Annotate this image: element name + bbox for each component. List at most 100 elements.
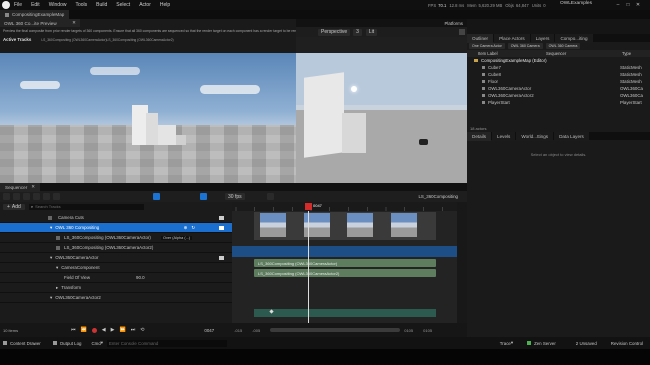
- camera-icon[interactable]: [23, 193, 30, 200]
- revision-control-button[interactable]: Revision Control: [611, 341, 643, 346]
- zen-server-button[interactable]: Zen Server: [527, 341, 556, 346]
- output-log-button[interactable]: Output Log: [52, 341, 81, 346]
- track-row[interactable]: Camera Cuts: [0, 213, 232, 223]
- close-tab-icon[interactable]: ✕: [72, 20, 76, 26]
- jump-end-icon[interactable]: ⏭: [131, 327, 136, 333]
- menu-select[interactable]: Select: [116, 2, 130, 8]
- search-tracks-input[interactable]: ⌕ Search Tracks: [28, 203, 144, 210]
- track-icon[interactable]: [219, 225, 224, 230]
- column-sequencer[interactable]: Sequencer: [546, 51, 622, 56]
- save-icon[interactable]: [3, 193, 10, 200]
- tab-data-layers[interactable]: Data Layers: [554, 131, 589, 141]
- filter-chip[interactable]: OWL 360 Camera: [545, 43, 581, 49]
- maximize-icon[interactable]: □: [623, 2, 633, 8]
- platforms-label[interactable]: Platforms: [444, 21, 463, 26]
- outliner-item[interactable]: OWL360CameraActor2 OWL360Ca: [470, 92, 647, 99]
- content-drawer-button[interactable]: Content Drawer: [3, 341, 41, 346]
- tab-levels[interactable]: Levels: [492, 131, 516, 141]
- magnet-icon[interactable]: [200, 193, 207, 200]
- menu-edit[interactable]: Edit: [31, 2, 40, 8]
- filter-chip[interactable]: OWL 360 Camera: [507, 43, 543, 49]
- add-section-icon[interactable]: ⊕: [184, 225, 188, 231]
- expand-arrow-icon[interactable]: ▾: [50, 255, 52, 261]
- cmd-dropdown[interactable]: Cmd ▾: [91, 340, 103, 346]
- keyframe-icon[interactable]: [43, 193, 50, 200]
- outliner-item[interactable]: Floor StaticMesh: [470, 78, 647, 85]
- outliner-item[interactable]: Cube8 StaticMesh: [470, 71, 647, 78]
- expand-arrow-icon[interactable]: ▸: [56, 285, 58, 291]
- render-icon[interactable]: [33, 193, 40, 200]
- prev-key-icon[interactable]: ⏪: [81, 327, 87, 333]
- close-icon[interactable]: ✕: [633, 2, 643, 8]
- timeline-area[interactable]: LS_360Compositing (OWL360CameraActor) LS…: [232, 202, 457, 323]
- compositing-section-2[interactable]: LS_360Compositing (OWL360CameraActor2): [254, 269, 436, 277]
- menu-help[interactable]: Help: [160, 2, 170, 8]
- outliner-item[interactable]: CompositingExampleMap (Editor): [470, 57, 647, 64]
- snap-icon[interactable]: [153, 193, 160, 200]
- viewport-options-icon[interactable]: [459, 29, 465, 35]
- lit-button[interactable]: Lit: [365, 28, 378, 36]
- tab-details[interactable]: Details: [467, 131, 492, 141]
- next-key-icon[interactable]: ⏩: [119, 327, 125, 333]
- refresh-icon[interactable]: ↻: [191, 225, 195, 231]
- outliner-item[interactable]: OWL360CameraActor OWL360Ca: [470, 85, 647, 92]
- track-row[interactable]: Field Of View 90.0: [0, 273, 232, 283]
- track-row[interactable]: LS_360Compositing (OWL360CameraActor2): [0, 243, 232, 253]
- unsaved-button[interactable]: 2 Unsaved: [576, 341, 597, 346]
- tab-layers[interactable]: Layers: [530, 33, 555, 43]
- fps-button[interactable]: 30 fps: [225, 193, 245, 200]
- level-viewport[interactable]: Platforms Perspective 3 Lit: [296, 19, 467, 183]
- camera-cuts-section[interactable]: [254, 212, 436, 240]
- playhead-handle[interactable]: [305, 203, 312, 210]
- track-icon[interactable]: [219, 255, 224, 260]
- menu-window[interactable]: Window: [49, 2, 67, 8]
- compositing-section-1[interactable]: LS_360Compositing (OWL360CameraActor): [254, 259, 436, 267]
- time-ruler[interactable]: [232, 202, 457, 211]
- expand-arrow-icon[interactable]: ▾: [50, 225, 52, 231]
- light-icon[interactable]: [351, 86, 357, 92]
- playhead-line[interactable]: [308, 211, 309, 323]
- record-icon[interactable]: [91, 327, 97, 333]
- frame-output[interactable]: 0047: [204, 328, 214, 333]
- filter-chip[interactable]: One Camera Actor: [469, 43, 505, 49]
- blend-mode-dropdown[interactable]: Over (Alpha (...): [161, 235, 193, 240]
- track-row[interactable]: ▾ OWL360CameraActor: [0, 253, 232, 263]
- field-of-view-value[interactable]: 90.0: [136, 275, 145, 280]
- tab-world-settings[interactable]: World...ttings: [516, 131, 554, 141]
- track-row-selected[interactable]: ▾ OWL 360 Compositing ⊕ ↻: [0, 223, 232, 233]
- filter-icon[interactable]: [53, 193, 60, 200]
- expand-arrow-icon[interactable]: ▾: [50, 295, 52, 301]
- menu-actor[interactable]: Actor: [139, 2, 151, 8]
- unreal-logo-icon[interactable]: [2, 1, 10, 9]
- tab-map[interactable]: CompositingExampleMap: [0, 10, 70, 19]
- jump-start-icon[interactable]: ⏮: [71, 327, 76, 333]
- close-tab-icon[interactable]: ✕: [31, 184, 35, 190]
- track-row[interactable]: LS_360Compositing (OWL360CameraActor) Ove…: [0, 233, 232, 243]
- outliner-item[interactable]: Cube7 StaticMesh: [470, 64, 647, 71]
- track-row[interactable]: ▾ CameraComponent: [0, 263, 232, 273]
- transform-section[interactable]: [254, 309, 436, 317]
- camera-actor-icon[interactable]: [419, 139, 428, 145]
- console-input[interactable]: Enter Console Command: [106, 339, 227, 347]
- tab-place-actors[interactable]: Place Actors: [494, 33, 530, 43]
- track-row[interactable]: ▸ Transform: [0, 283, 232, 293]
- column-item-label[interactable]: Item Label: [470, 51, 546, 56]
- perspective-button[interactable]: Perspective: [318, 28, 351, 36]
- menu-tools[interactable]: Tools: [75, 2, 87, 8]
- tab-compositing[interactable]: Compo...iting: [555, 33, 593, 43]
- trace-button[interactable]: Trace ▾: [500, 340, 513, 346]
- play-reverse-icon[interactable]: ◀: [102, 327, 106, 333]
- browse-icon[interactable]: [13, 193, 20, 200]
- add-track-button[interactable]: + Add: [3, 203, 25, 210]
- menu-build[interactable]: Build: [96, 2, 107, 8]
- menu-file[interactable]: File: [14, 2, 22, 8]
- minimize-icon[interactable]: –: [613, 2, 623, 8]
- play-icon[interactable]: ▶: [111, 327, 115, 333]
- expand-arrow-icon[interactable]: ▾: [56, 265, 58, 271]
- view-count-button[interactable]: 3: [353, 28, 362, 36]
- tab-sequencer[interactable]: Sequencer ✕: [0, 182, 41, 192]
- column-type[interactable]: Type: [622, 51, 631, 56]
- loop-icon[interactable]: ⟲: [140, 327, 144, 333]
- horizontal-scrollbar[interactable]: [270, 328, 401, 332]
- vertical-scrollbar[interactable]: [457, 202, 467, 323]
